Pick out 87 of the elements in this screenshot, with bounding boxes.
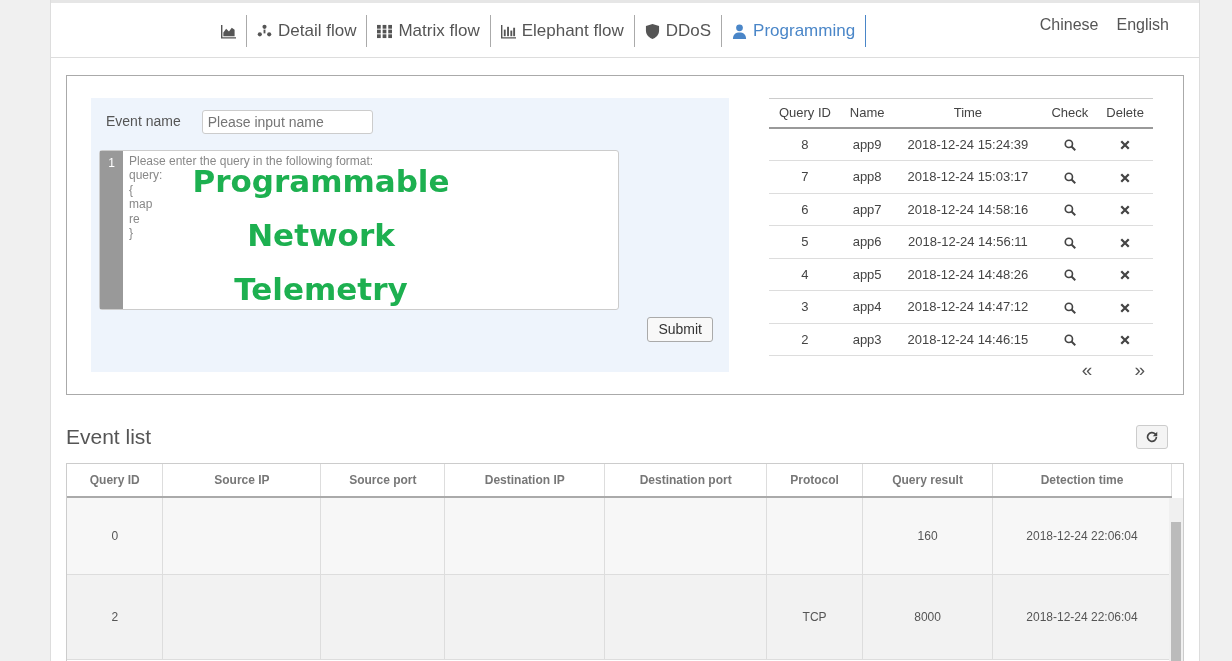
nav-link[interactable]: DDoS [634, 15, 723, 47]
search-icon[interactable] [1063, 236, 1076, 249]
delete-icon[interactable] [1119, 236, 1132, 249]
table-cell: 8000 [862, 574, 993, 660]
section-title: Event list [66, 424, 152, 450]
column-header: Query ID [769, 98, 841, 128]
table-cell: app5 [840, 258, 894, 291]
column-header: Detection time [992, 463, 1172, 497]
code-line: query: [129, 168, 163, 183]
column-header: Protocol [766, 463, 863, 497]
user-icon [732, 23, 748, 39]
table-cell: 0 [67, 496, 163, 575]
table-cell: 2018-12-24 15:24:39 [893, 127, 1043, 161]
table-cell: TCP [766, 574, 863, 660]
table-cell: 2018-12-24 14:47:12 [893, 290, 1043, 323]
table-cell: 2018-12-24 14:48:26 [893, 258, 1043, 291]
input-field[interactable]: Please input name [201, 109, 373, 134]
table-cell: app6 [840, 225, 894, 258]
nav-link[interactable]: Elephant flow [490, 15, 635, 47]
table-cell: 2 [67, 574, 163, 660]
column-header: Time [893, 98, 1043, 128]
search-icon[interactable] [1063, 139, 1076, 152]
area-chart-icon [221, 23, 236, 39]
search-icon[interactable] [1063, 171, 1076, 184]
refresh-icon [1146, 430, 1158, 443]
language-link[interactable]: Chinese [1039, 13, 1099, 37]
refresh-button[interactable] [1136, 424, 1168, 449]
delete-icon[interactable] [1119, 171, 1132, 184]
table-cell: 2018-12-24 14:46:15 [893, 323, 1043, 356]
next-page-link[interactable]: » [1134, 356, 1145, 385]
shield-icon [644, 23, 660, 39]
column-header: Check [1042, 98, 1098, 128]
table-cell: 7 [769, 160, 841, 193]
previous-page-link[interactable]: « [1081, 356, 1093, 385]
search-icon[interactable] [1063, 204, 1076, 217]
grid-icon [377, 23, 393, 39]
field-label: Event name [106, 112, 181, 131]
table-cell: 4 [769, 258, 841, 291]
table-cell: 6 [769, 193, 841, 226]
code-line: map [129, 197, 153, 212]
table-cell: 8 [769, 127, 841, 161]
column-header: Delete [1097, 98, 1153, 128]
table-cell: app7 [840, 193, 894, 226]
scrollbar[interactable] [1169, 497, 1183, 661]
column-header: Source port [320, 463, 445, 497]
table-cell: 5 [769, 225, 841, 258]
submit-button[interactable]: Submit [647, 316, 713, 342]
nav-link[interactable]: Programming [722, 15, 867, 47]
nav-link[interactable]: Matrix flow [367, 15, 491, 47]
delete-icon[interactable] [1119, 139, 1132, 152]
delete-icon[interactable] [1119, 301, 1132, 314]
code-line: } [129, 226, 133, 241]
nav-link[interactable]: Detail flow [247, 15, 368, 47]
search-icon[interactable] [1063, 334, 1076, 347]
column-header: Query ID [67, 463, 163, 497]
search-icon[interactable] [1063, 301, 1076, 314]
table-cell: 2 [769, 323, 841, 356]
table-cell: 2018-12-24 15:03:17 [893, 160, 1043, 193]
column-header: Name [840, 98, 894, 128]
caption-text: Telemetry [234, 274, 408, 304]
table-cell: 2018-12-24 22:06:04 [992, 496, 1172, 575]
table-cell: app8 [840, 160, 894, 193]
delete-icon[interactable] [1119, 334, 1132, 347]
column-header: Source IP [162, 463, 321, 497]
table-cell: 2018-12-24 14:56:11 [893, 225, 1043, 258]
asterisk-icon [257, 23, 272, 39]
column-header: Destination IP [444, 463, 605, 497]
table-cell: 3 [769, 290, 841, 323]
column-header: Query result [862, 463, 993, 497]
table-cell: 2018-12-24 14:58:16 [893, 193, 1043, 226]
table-cell: app9 [840, 127, 894, 161]
column-header: Destination port [604, 463, 767, 497]
search-icon[interactable] [1063, 269, 1076, 282]
bar-chart-icon [500, 23, 516, 39]
table-cell: app4 [840, 290, 894, 323]
code-line: Please enter the query in the following format: [129, 153, 374, 168]
delete-icon[interactable] [1119, 269, 1132, 282]
table-cell: 160 [862, 496, 993, 575]
code-line: { [129, 182, 133, 197]
table-cell: app3 [840, 323, 894, 356]
caption-text: Programmable [192, 166, 450, 196]
table-cell: 2018-12-24 22:06:04 [992, 574, 1172, 660]
line-number: 1 [100, 150, 123, 309]
language-link[interactable]: English [1116, 13, 1169, 37]
caption-text: Network [247, 220, 395, 250]
delete-icon[interactable] [1119, 204, 1132, 217]
code-line: re [129, 211, 140, 226]
